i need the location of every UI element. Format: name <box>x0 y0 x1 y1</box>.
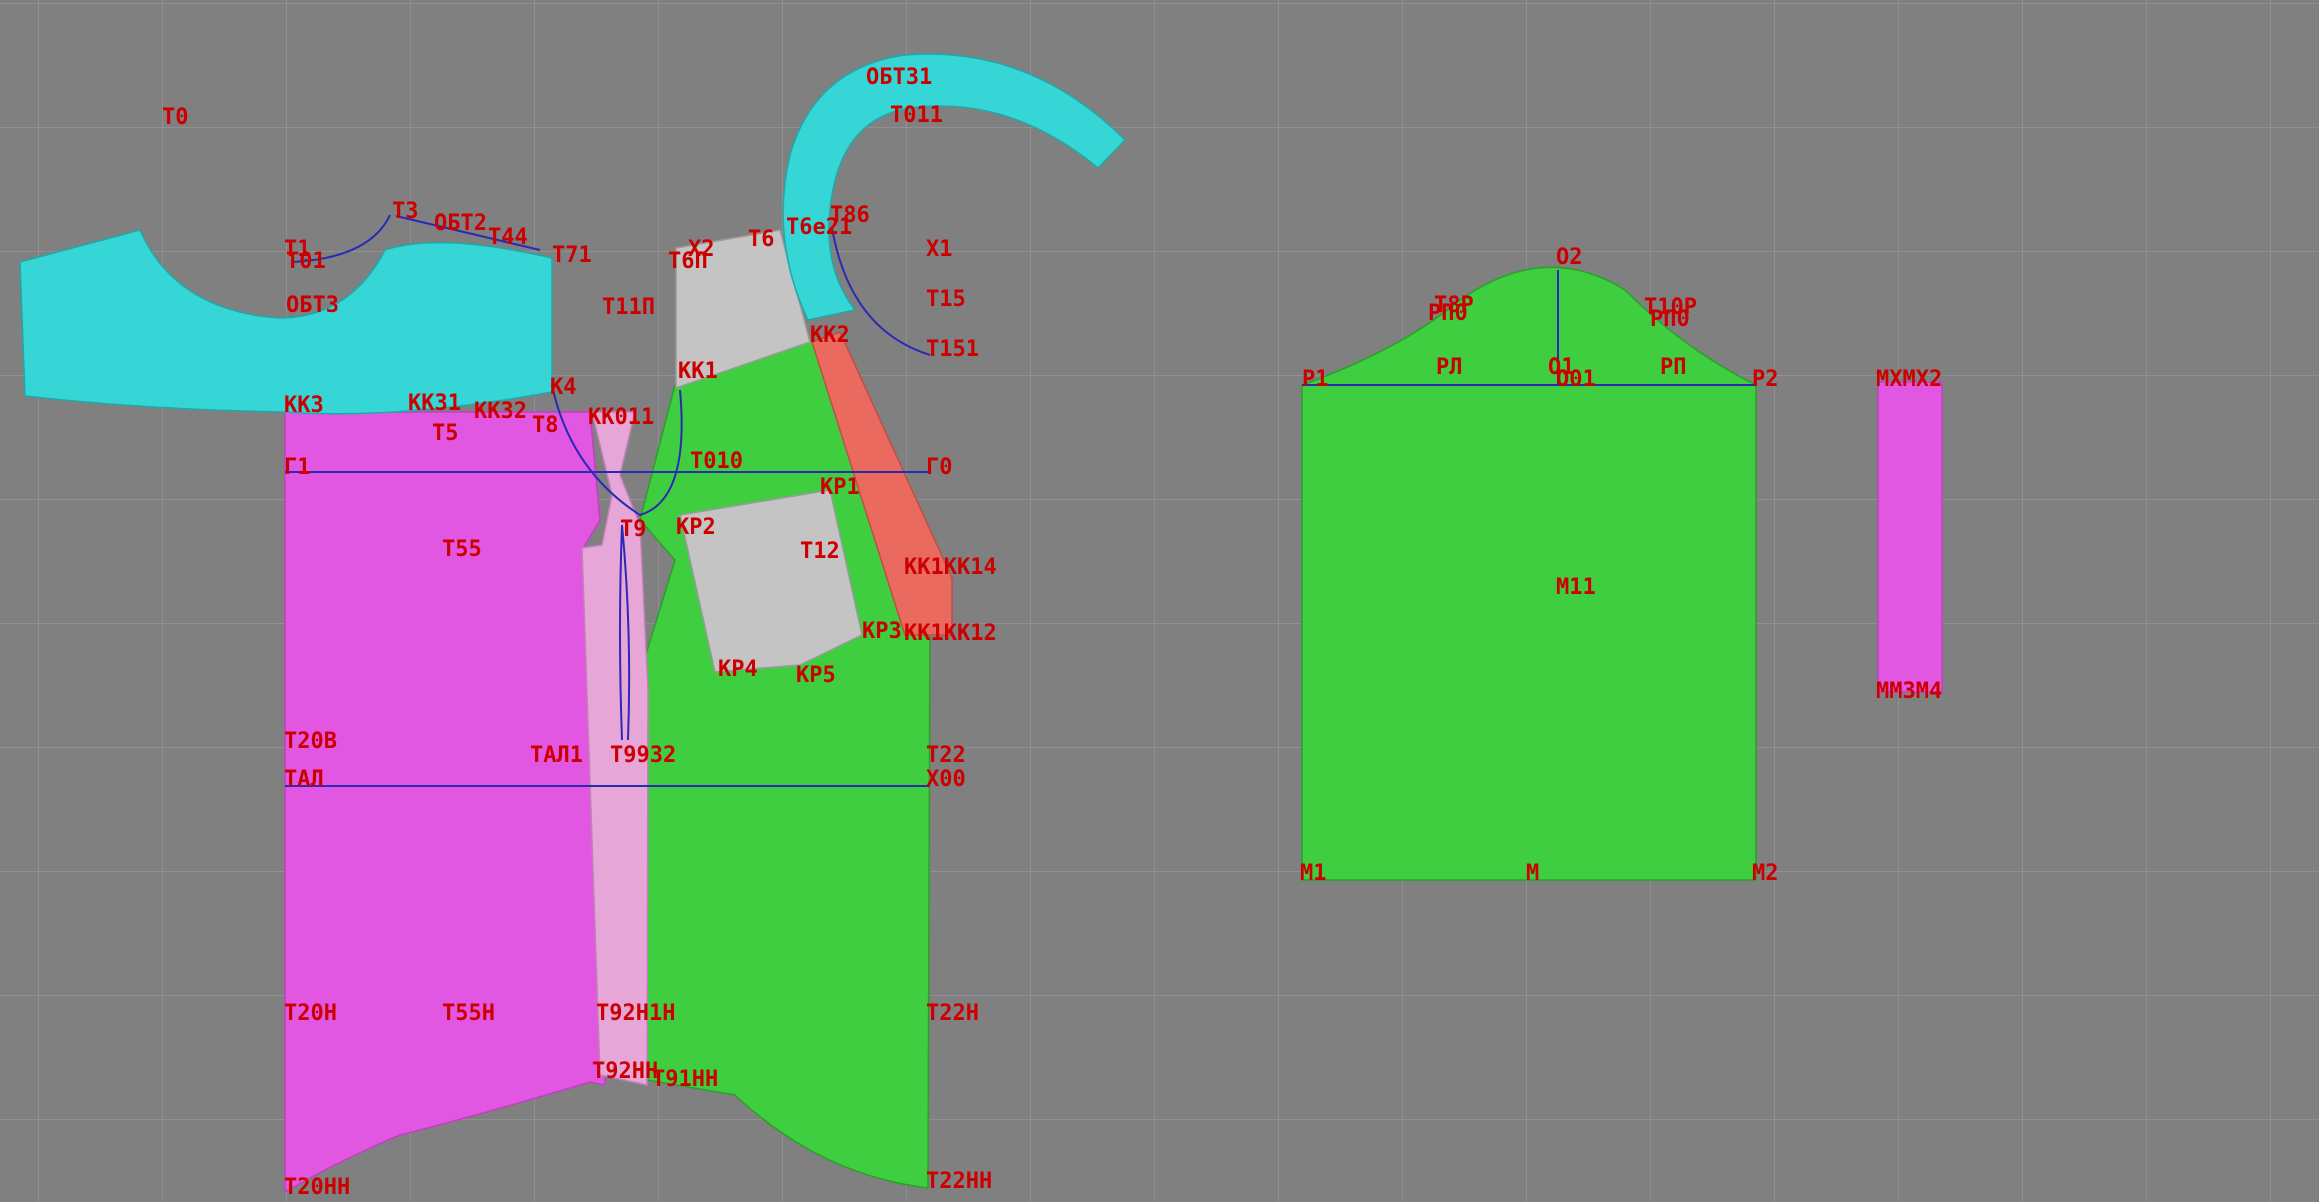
label-mm: ММ3М4 <box>1876 679 1942 704</box>
label-tal: ТАЛ <box>284 767 324 792</box>
pattern-canvas[interactable]: T0 T1 T01 T3 ОБТ2 T44 T71 ОБТ3 КК3 КК31 … <box>0 0 2319 1202</box>
label-rp0: РП0 <box>1650 307 1690 332</box>
label-t22hh: T22НН <box>926 1169 992 1194</box>
label-t0: T0 <box>162 105 189 130</box>
label-kp5: КР5 <box>796 663 836 688</box>
label-t011: T011 <box>890 103 943 128</box>
label-kk12: КК1КК12 <box>904 621 997 646</box>
label-x1: Х1 <box>926 237 953 262</box>
label-t22h: T22Н <box>926 1001 979 1026</box>
label-kk31: КК31 <box>408 391 461 416</box>
label-kk2: КК2 <box>810 323 850 348</box>
label-kp4: КР4 <box>718 657 758 682</box>
label-t9: T9 <box>620 517 647 542</box>
label-kk011: КК011 <box>588 405 654 430</box>
label-o01: О01 <box>1556 367 1596 392</box>
label-t01: T01 <box>286 249 326 274</box>
label-pp: РП <box>1660 355 1687 380</box>
label-m2: М2 <box>1752 861 1779 886</box>
label-t15: T15 <box>926 287 966 312</box>
label-t44: T44 <box>488 225 528 250</box>
label-p2: Р2 <box>1752 367 1779 392</box>
label-t55h: T55Н <box>442 1001 495 1026</box>
piece-cuff[interactable] <box>1877 381 1943 693</box>
label-t20hh: T20НН <box>284 1175 350 1200</box>
label-t12: T12 <box>800 539 840 564</box>
label-t91hh: T91НН <box>652 1067 718 1092</box>
piece-back-bodice[interactable] <box>284 411 606 1194</box>
label-o2: О2 <box>1556 245 1583 270</box>
label-obt31: ОБТ31 <box>866 65 932 90</box>
label-kp3: КР3 <box>862 619 902 644</box>
label-t151: T151 <box>926 337 979 362</box>
label-pp0: РП0 <box>1428 301 1468 326</box>
label-p1: Р1 <box>1302 367 1329 392</box>
label-t22: T22 <box>926 743 966 768</box>
label-m1: М1 <box>1300 861 1327 886</box>
label-t55: T55 <box>442 537 482 562</box>
label-mx: МХМХ2 <box>1876 367 1942 392</box>
label-t8: T8 <box>532 413 559 438</box>
label-t6p: T6П <box>668 249 708 274</box>
label-t932: T9932 <box>610 743 676 768</box>
label-t010: T010 <box>690 449 743 474</box>
label-t3: T3 <box>392 199 419 224</box>
label-t5: T5 <box>432 421 459 446</box>
label-m: М <box>1526 861 1539 886</box>
label-t20v: T20В <box>284 729 337 754</box>
label-t6: T6 <box>748 227 775 252</box>
label-t71: T71 <box>552 243 592 268</box>
label-obt3: ОБТ3 <box>286 293 339 318</box>
label-x00: Х00 <box>926 767 966 792</box>
label-kp2: КР2 <box>676 515 716 540</box>
label-g0: Г0 <box>926 455 953 480</box>
label-g1: Г1 <box>284 455 311 480</box>
label-kk3: КК3 <box>284 393 324 418</box>
label-kk1: КК1 <box>678 359 718 384</box>
label-t86: T86 <box>830 203 870 228</box>
label-m11: М11 <box>1556 575 1596 600</box>
label-obt2: ОБТ2 <box>434 211 487 236</box>
label-t11p: T11П <box>602 295 655 320</box>
label-pl: РЛ <box>1436 355 1463 380</box>
label-k4: К4 <box>550 375 577 400</box>
piece-sleeve[interactable] <box>1301 266 1757 881</box>
label-tal1: ТАЛ1 <box>530 743 583 768</box>
label-kk32: КК32 <box>474 399 527 424</box>
label-t92hh: T92НН <box>592 1059 658 1084</box>
label-kk14: КК1КК14 <box>904 555 997 580</box>
label-t92h: T92Н1Н <box>596 1001 675 1026</box>
label-kp1: КР1 <box>820 475 860 500</box>
label-t20h: T20Н <box>284 1001 337 1026</box>
